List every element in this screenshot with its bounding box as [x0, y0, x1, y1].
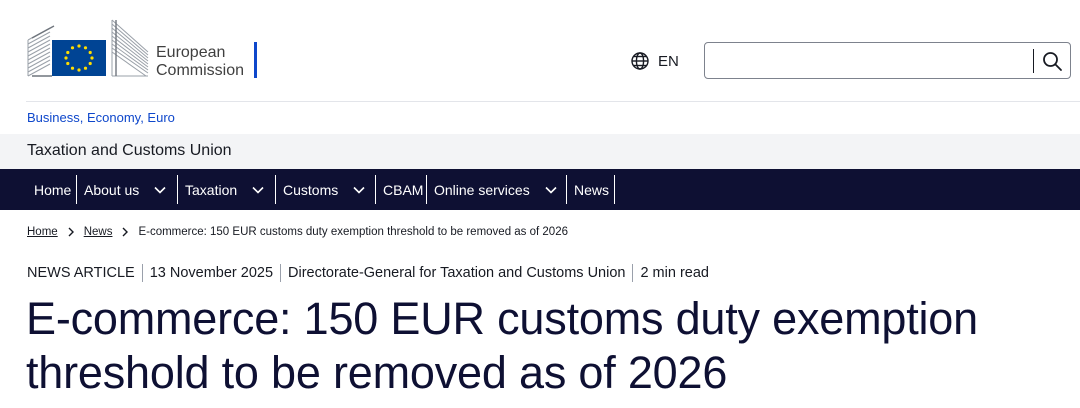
- search-icon[interactable]: [1041, 50, 1063, 72]
- chevron-down-icon: [545, 186, 557, 194]
- article-department: Directorate-General for Taxation and Cus…: [288, 265, 626, 281]
- logo-line-1: European: [156, 44, 226, 61]
- chevron-down-icon: [252, 186, 264, 194]
- nav-item-about-us[interactable]: About us: [84, 176, 167, 204]
- nav-label: Taxation: [185, 182, 238, 198]
- nav-item-customs[interactable]: Customs: [283, 176, 366, 204]
- chevron-right-icon: [122, 227, 129, 237]
- nav-label: Online services: [434, 182, 530, 198]
- search-input[interactable]: [713, 49, 1023, 73]
- nav-separator: [177, 175, 178, 204]
- nav-item-news[interactable]: News: [574, 176, 609, 204]
- main-navigation: Home About us Taxation Customs CBAM Onli…: [0, 169, 1080, 210]
- site-title[interactable]: Taxation and Customs Union: [27, 142, 232, 160]
- logo-wordmark: European Commission: [156, 44, 244, 80]
- site-header: European Commission EN: [0, 0, 1080, 102]
- nav-separator: [566, 175, 567, 204]
- search-divider: [1033, 49, 1034, 73]
- header-divider: [26, 101, 1080, 102]
- meta-divider: [632, 264, 634, 282]
- nav-separator: [426, 175, 427, 204]
- globe-icon: [631, 52, 649, 70]
- chevron-down-icon: [353, 186, 365, 194]
- breadcrumb-home-link[interactable]: Home: [27, 226, 58, 238]
- nav-separator: [76, 175, 77, 204]
- page-title: E-commerce: 150 EUR customs duty exempti…: [26, 293, 978, 398]
- search-box: [704, 42, 1071, 79]
- breadcrumb: Home News E-commerce: 150 EUR customs du…: [27, 224, 568, 240]
- article-date: 13 November 2025: [149, 265, 274, 281]
- chevron-down-icon: [154, 186, 166, 194]
- nav-separator: [614, 175, 615, 204]
- article-type: NEWS ARTICLE: [27, 265, 135, 281]
- nav-label: News: [574, 182, 610, 198]
- nav-separator: [275, 175, 276, 204]
- meta-divider: [280, 264, 282, 282]
- nav-label: Customs: [283, 182, 339, 198]
- article-read-time: 2 min read: [640, 265, 709, 281]
- chevron-right-icon: [68, 227, 74, 237]
- breadcrumb-news-link[interactable]: News: [84, 226, 113, 238]
- nav-item-home[interactable]: Home: [34, 176, 71, 204]
- nav-label: Home: [34, 182, 72, 198]
- breadcrumb-current: E-commerce: 150 EUR customs duty exempti…: [138, 226, 568, 238]
- nav-label: About us: [84, 182, 140, 198]
- language-code: EN: [658, 52, 679, 70]
- meta-divider: [141, 264, 143, 282]
- nav-item-cbam[interactable]: CBAM: [383, 176, 423, 204]
- nav-item-taxation[interactable]: Taxation: [185, 176, 265, 204]
- nav-separator: [375, 175, 376, 204]
- article-meta: NEWS ARTICLE 13 November 2025 Directorat…: [27, 263, 709, 283]
- language-selector[interactable]: EN: [630, 50, 679, 72]
- nav-item-online-services[interactable]: Online services: [434, 176, 558, 204]
- parent-site-link[interactable]: Business, Economy, Euro: [27, 110, 175, 125]
- logo-accent-bar: [254, 42, 257, 78]
- logo-line-2: Commission: [156, 62, 245, 79]
- nav-label: CBAM: [383, 182, 424, 198]
